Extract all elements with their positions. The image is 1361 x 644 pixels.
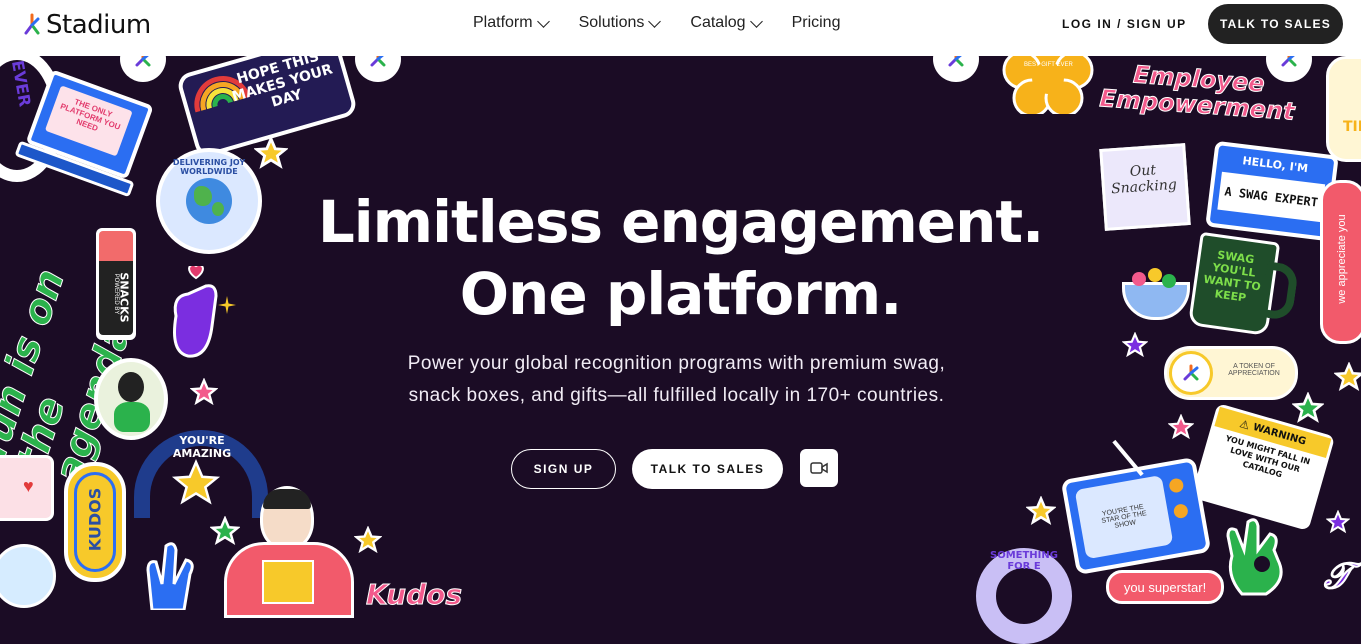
smiling-star-icon [171, 458, 221, 505]
best-gift-text: BEST GIFT EVER [1024, 62, 1073, 68]
chevron-down-icon [536, 14, 550, 28]
star-icon [190, 378, 218, 406]
stadium-token-icon [1169, 351, 1213, 395]
tim-sticker: TIM [1326, 56, 1361, 162]
chevron-down-icon [749, 14, 763, 28]
nav-label: Solutions [578, 14, 645, 31]
nav-label: Catalog [690, 14, 746, 31]
star-icon [1292, 392, 1324, 423]
something-text: SOMETHING FOR E [990, 550, 1058, 572]
main-nav: Platform Solutions Catalog Pricing [473, 14, 840, 32]
nav-pricing[interactable]: Pricing [792, 14, 841, 32]
appreciate-text: we appreciate you [1336, 214, 1348, 304]
person-sticker [94, 358, 168, 440]
nav-solutions[interactable]: Solutions [578, 14, 662, 32]
peace-hand-sticker [138, 540, 200, 612]
you-superstar-sticker: you superstar! [1106, 570, 1224, 604]
swag-mug-sticker: SWAG YOU'LL WANT TO KEEP [1187, 231, 1300, 338]
warning-icon: ⚠ [1238, 417, 1251, 432]
heart-hand-sticker [166, 264, 226, 362]
stadium-logo[interactable]: Stadium [24, 10, 151, 40]
login-signup-link[interactable]: LOG IN / SIGN UP [1062, 17, 1187, 31]
star-icon [1168, 414, 1194, 440]
nav-platform[interactable]: Platform [473, 14, 550, 32]
star-icon [354, 526, 382, 554]
candy-bowl-sticker [1122, 268, 1190, 320]
talk-to-sales-button[interactable]: TALK TO SALES [632, 449, 783, 489]
nav-label: Pricing [791, 14, 841, 31]
talk-to-sales-header-button[interactable]: TALK TO SALES [1208, 4, 1343, 44]
stadium-logo-icon [24, 13, 40, 35]
star-icon [1326, 510, 1350, 534]
pink-card-sticker: ♥ [0, 455, 54, 521]
top-nav-bar: Stadium Platform Solutions Catalog Prici… [0, 0, 1361, 56]
star-icon [254, 136, 288, 169]
ever-text: EVER [7, 58, 35, 109]
sign-up-button[interactable]: SIGN UP [511, 449, 616, 489]
tv-sticker: YOU'RE THE STAR OF THE SHOW [1060, 456, 1212, 576]
peace-hand-icon [146, 542, 194, 612]
we-appreciate-sticker: we appreciate you [1320, 180, 1361, 344]
star-icon [1122, 332, 1148, 358]
heart-icon: ♥ [23, 476, 34, 496]
man-gift-sticker [224, 486, 354, 618]
delivering-joy-sticker: DELIVERING JOY WORLDWIDE [156, 148, 262, 254]
kudos-text: KUDOS [85, 487, 105, 552]
kudos-script-sticker: Kudos [365, 578, 463, 612]
kudos-sticker: KUDOS [64, 462, 126, 582]
globe-icon [186, 178, 232, 224]
ok-hand-sticker [1222, 516, 1292, 596]
hope-text: HOPE THIS MAKES YOUR DAY [230, 48, 335, 111]
laptop-text: THE ONLY PLATFORM YOU NEED [44, 85, 133, 157]
hello-swag-expert-sticker: HELLO, I'M A SWAG EXPERT [1205, 140, 1339, 242]
sparkle-icon [218, 296, 236, 314]
nav-label: Platform [473, 14, 533, 31]
something-for-everyone-sticker: SOMETHING FOR E [976, 548, 1072, 644]
gift-icon [262, 560, 314, 604]
delivering-text: DELIVERING JOY WORLDWIDE [172, 158, 246, 176]
logo-text: Stadium [46, 10, 151, 40]
amazing-text: YOU'RE AMAZING [172, 434, 232, 460]
tim-text: TIM [1343, 119, 1361, 135]
video-button[interactable] [800, 449, 838, 487]
swag-mug-text: SWAG YOU'LL WANT TO KEEP [1202, 248, 1262, 305]
chevron-down-icon [648, 14, 662, 28]
snacks-battery-sticker: POWERED BY SNACKS [96, 228, 136, 340]
out-snacking-sticker: Out Snacking [1099, 143, 1191, 231]
purple-letter-sticker: 𝒯 [1324, 556, 1353, 598]
star-show-text: YOU'RE THE STAR OF THE SHOW [1100, 503, 1148, 530]
swag-expert-text: A SWAG EXPERT [1217, 171, 1326, 223]
token-appreciation-sticker: A TOKEN OF APPRECIATION [1164, 346, 1298, 400]
star-icon [1026, 496, 1056, 526]
nav-catalog[interactable]: Catalog [690, 14, 763, 32]
star-icon [1334, 362, 1361, 392]
ok-hand-icon [1226, 518, 1283, 596]
video-camera-icon [810, 462, 828, 474]
snacks-text: SNACKS [117, 272, 131, 323]
token-text: A TOKEN OF APPRECIATION [1228, 363, 1280, 377]
finger-heart-icon [173, 264, 218, 358]
out-snacking-text: Out Snacking [1110, 162, 1178, 198]
confetti-circle-sticker [0, 544, 56, 608]
